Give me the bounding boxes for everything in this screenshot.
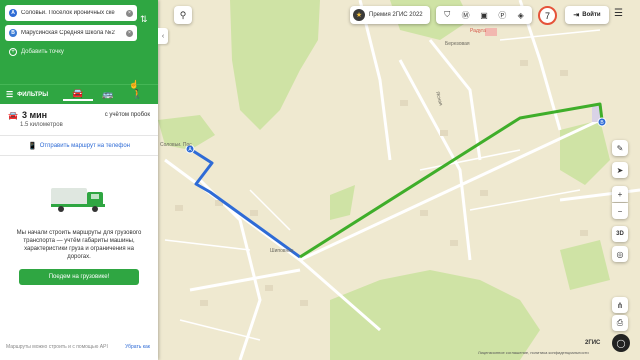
point-b-text: Марусинская Средняя Школа №2 [21,30,115,36]
location-arrow-icon: ➤ [616,165,624,175]
traffic-light-icon[interactable]: ⛉ [439,10,455,20]
3d-button[interactable]: 3D [612,226,628,242]
layers-toolbar: ⛉ Ⓜ ▣ Ⓟ ◈ [436,6,532,24]
clear-point-b-icon[interactable]: × [126,29,133,37]
login-icon: ⇥ [573,12,580,19]
logo: 2ГИС [585,340,601,346]
locate-button[interactable]: ➤ [612,162,628,178]
place-label: Радуга [470,28,486,34]
parking-icon[interactable]: Ⓟ [494,10,510,21]
plus-icon: + [9,48,17,56]
add-point-button[interactable]: + Добавить точку [5,45,153,59]
route-result[interactable]: 🚘 3 мин 1.5 километров с учётом пробок [0,104,158,136]
chat-icon: ◯ [616,338,626,348]
compass-icon: ◎ [616,249,624,259]
collapse-panel-button[interactable]: ‹ [158,28,168,44]
route-distance: 1.5 километров [20,122,63,128]
app-root: A B Березовая Радуга Ясная Шиповник Соло… [0,0,640,360]
filters-label: ФИЛЬТРЫ [17,91,49,98]
award-icon: ★ [353,9,365,21]
bus-icon: 🚌 [102,89,114,99]
share-icon: ⋔ [616,300,624,310]
point-a-field[interactable]: A Соловьи. Посёлок ироничных ске × [5,5,137,21]
license-link[interactable]: Лицензионное соглашение, политика конфид… [478,350,589,355]
truck-illustration [51,188,105,212]
premium-banner[interactable]: ★ Премия 2ГИС 2022 [350,6,430,24]
compass-button[interactable]: ◎ [612,246,628,262]
zoom-out-button[interactable]: − [612,203,628,219]
send-to-phone-link[interactable]: 📱 Отправить маршрут на телефон [0,136,158,156]
car-icon: 🚘 [72,88,84,98]
chat-button[interactable]: ◯ [612,334,630,352]
route-header: A Соловьи. Посёлок ироничных ске × B Мар… [0,0,158,84]
street-label: Шиповник [270,248,294,254]
route-time-value: 3 мин [21,110,48,120]
send-to-phone-label: Отправить маршрут на телефон [39,142,130,149]
mode-transit-tab[interactable]: 🚌 [93,89,123,100]
chevron-left-icon: ‹ [161,32,165,40]
walk-icon: 🚶 [131,89,143,99]
point-a-text: Соловьи. Посёлок ироничных ске [21,10,115,16]
layers-icon[interactable]: ◈ [513,11,529,20]
bus-icon[interactable]: ▣ [476,11,492,20]
traffic-note: с учётом пробок [104,112,150,118]
street-label: Березовая [445,41,470,47]
print-button[interactable]: ⎙ [612,315,628,331]
swap-points-icon[interactable]: ⇅ [140,14,148,25]
car-icon: 🚘 [8,110,18,120]
mode-walk-tab[interactable]: 🚶 [122,89,152,100]
point-b-field[interactable]: B Марусинская Средняя Школа №2 × [5,25,137,41]
add-point-label: Добавить точку [21,49,64,55]
menu-icon[interactable]: ☰ [614,8,623,19]
login-label: Войти [582,12,601,18]
api-note[interactable]: Маршруты можно строить и с помощью API [6,344,108,350]
ruler-icon: ✎ [616,143,624,153]
truck-route-button[interactable]: Поедем на грузовике! [19,269,139,285]
metro-icon[interactable]: Ⓜ [458,10,474,21]
marker-b[interactable]: B [597,117,607,127]
point-b-pin: B [9,29,17,37]
truck-message: Мы начали строить маршруты для грузового… [16,230,142,260]
point-a-pin: A [9,9,17,17]
share-button[interactable]: ⋔ [612,297,628,313]
ruler-button[interactable]: ✎ [612,140,628,156]
search-button[interactable]: ⚲ [174,6,192,24]
hide-link[interactable]: Убрать как [125,344,150,350]
zoom-in-button[interactable]: + [612,186,628,202]
login-button[interactable]: ⇥ Войти [565,6,609,24]
premium-label: Премия 2ГИС 2022 [369,12,423,18]
clear-point-a-icon[interactable]: × [126,9,133,17]
mode-car-tab[interactable]: 🚘 [63,88,93,101]
cursor-hand-icon: ☝ [129,80,139,89]
filters-button[interactable]: ☰ ФИЛЬТРЫ [6,90,63,99]
filter-icon: ☰ [6,90,14,99]
truck-promo: Мы начали строить маршруты для грузового… [0,156,158,285]
place-label: Соловьи. Пос [160,142,192,148]
search-icon: ⚲ [179,9,187,20]
route-panel: A Соловьи. Посёлок ироничных ске × B Мар… [0,0,158,360]
phone-icon: 📱 [28,142,37,150]
notification-badge[interactable]: 7 [538,6,557,25]
print-icon: ⎙ [616,318,624,327]
